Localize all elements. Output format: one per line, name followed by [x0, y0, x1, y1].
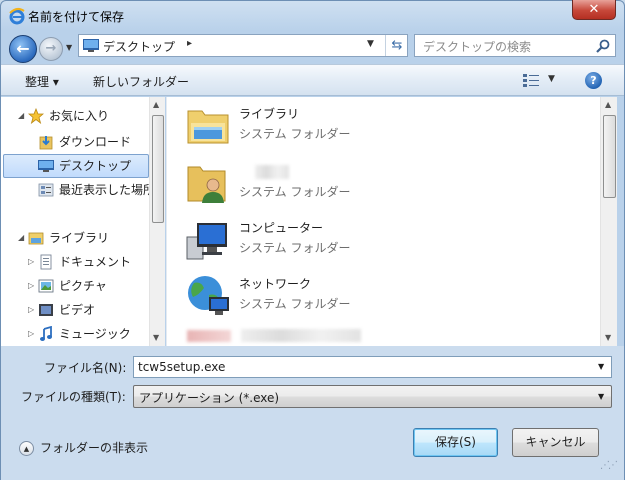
- file-list: ライブラリ システム フォルダー システム フォルダー コンピューター システム…: [166, 97, 600, 346]
- sidebar-item-label: ライブラリ: [49, 231, 110, 245]
- ie-icon: [9, 7, 25, 25]
- address-dropdown-icon[interactable]: ▼: [367, 39, 374, 49]
- search-box[interactable]: デスクトップの検索: [414, 34, 616, 57]
- organize-button[interactable]: 整理 ▾: [25, 73, 59, 90]
- desktop-icon: [83, 39, 99, 52]
- refresh-button[interactable]: ⇆: [385, 35, 408, 56]
- redacted-item: [187, 330, 231, 342]
- expand-arrow-icon[interactable]: ▷: [28, 275, 34, 297]
- scroll-up-icon[interactable]: ▲: [153, 100, 159, 109]
- sidebar-item-documents[interactable]: ▷ ドキュメント: [1, 251, 149, 273]
- history-dropdown-icon[interactable]: ▼: [66, 43, 72, 52]
- redacted-name: [255, 165, 289, 179]
- expand-arrow-icon[interactable]: ▷: [28, 299, 34, 321]
- toolbar: 整理 ▾ 新しいフォルダー ▼ ?: [1, 64, 624, 96]
- file-type: システム フォルダー: [239, 185, 351, 199]
- close-button[interactable]: ✕: [572, 0, 616, 20]
- filename-input[interactable]: tcw5setup.exe ▼: [133, 356, 612, 378]
- expand-arrow-icon[interactable]: ▷: [28, 323, 34, 345]
- sidebar-item-music[interactable]: ▷ ミュージック: [1, 323, 149, 345]
- pictures-icon: [38, 279, 54, 293]
- collapse-up-icon[interactable]: ▲: [19, 441, 34, 456]
- user-folder-icon: [187, 166, 226, 203]
- sidebar-item-favorites[interactable]: ◢ お気に入り: [1, 105, 149, 127]
- recent-places-icon: [38, 183, 54, 197]
- change-view-icon[interactable]: [522, 72, 540, 88]
- file-name: ライブラリ: [239, 107, 300, 121]
- sidebar-item-desktop[interactable]: デスクトップ: [1, 155, 149, 177]
- sidebar-scrollbar[interactable]: ▲ ▼: [149, 97, 165, 346]
- list-item[interactable]: コンピューター システム フォルダー: [185, 215, 585, 265]
- desktop-icon: [38, 160, 54, 172]
- star-icon: [28, 108, 44, 124]
- scrollbar-thumb[interactable]: [603, 115, 616, 198]
- breadcrumb-arrow-icon[interactable]: ▸: [187, 38, 192, 49]
- download-folder-icon: [39, 136, 53, 150]
- documents-icon: [40, 254, 52, 270]
- filetype-select[interactable]: アプリケーション (*.exe) ▼: [133, 385, 612, 408]
- library-icon: [28, 232, 44, 245]
- sidebar-item-recent-places[interactable]: 最近表示した場所: [1, 179, 149, 201]
- collapse-arrow-icon[interactable]: ◢: [18, 227, 24, 249]
- sidebar-item-label: ダウンロード: [59, 135, 132, 149]
- sidebar-item-label: お気に入り: [49, 109, 110, 123]
- sidebar-item-downloads[interactable]: ダウンロード: [1, 131, 149, 153]
- address-bar[interactable]: デスクトップ ▸ ▼ ⇆: [78, 34, 408, 57]
- view-dropdown-icon[interactable]: ▼: [548, 74, 555, 84]
- file-name: コンピューター: [239, 221, 324, 235]
- sidebar-item-libraries[interactable]: ◢ ライブラリ: [1, 227, 149, 249]
- search-input[interactable]: デスクトップの検索: [423, 38, 531, 55]
- file-type: システム フォルダー: [239, 241, 351, 255]
- scroll-up-icon[interactable]: ▲: [605, 100, 611, 109]
- list-item[interactable]: ライブラリ システム フォルダー: [185, 101, 585, 151]
- list-item[interactable]: ネットワーク システム フォルダー: [185, 271, 585, 321]
- title-bar: 名前を付けて保存 ✕: [0, 0, 625, 30]
- collapse-arrow-icon[interactable]: ◢: [18, 105, 24, 127]
- scroll-down-icon[interactable]: ▼: [153, 333, 159, 342]
- network-icon: [188, 276, 229, 315]
- expand-arrow-icon[interactable]: ▷: [28, 251, 34, 273]
- redacted-item: [241, 329, 361, 342]
- navigation-pane: ◢ お気に入り ダウンロード デスクトップ 最近表示した場所 ◢ ライブラリ ▷…: [1, 97, 165, 346]
- sidebar-item-pictures[interactable]: ▷ ピクチャ: [1, 275, 149, 297]
- new-folder-button[interactable]: 新しいフォルダー: [93, 73, 189, 90]
- computer-icon: [186, 223, 227, 260]
- sidebar-item-label: ビデオ: [59, 303, 96, 317]
- address-text[interactable]: デスクトップ: [103, 38, 175, 55]
- back-button[interactable]: ←: [9, 35, 37, 63]
- filetype-label: ファイルの種類(T):: [21, 390, 126, 404]
- filetype-dropdown-icon[interactable]: ▼: [598, 392, 604, 401]
- music-icon: [40, 326, 52, 341]
- filename-label: ファイル名(N):: [44, 361, 127, 375]
- sidebar-item-label: ピクチャ: [59, 279, 107, 293]
- file-type: システム フォルダー: [239, 127, 351, 141]
- file-name: ネットワーク: [239, 277, 312, 291]
- help-button[interactable]: ?: [585, 72, 602, 89]
- cancel-button[interactable]: キャンセル: [512, 428, 599, 457]
- videos-icon: [39, 304, 53, 316]
- filename-dropdown-icon[interactable]: ▼: [598, 362, 604, 371]
- filetype-value[interactable]: アプリケーション (*.exe): [139, 389, 279, 406]
- scroll-down-icon[interactable]: ▼: [605, 333, 611, 342]
- sidebar-item-label: ミュージック: [59, 327, 131, 341]
- sidebar-item-label: デスクトップ: [59, 159, 132, 173]
- file-list-scrollbar[interactable]: ▲ ▼: [600, 97, 617, 346]
- hide-folders-button[interactable]: フォルダーの非表示: [40, 439, 148, 456]
- save-button[interactable]: 保存(S): [413, 428, 498, 457]
- list-item[interactable]: システム フォルダー: [185, 159, 585, 209]
- scrollbar-thumb[interactable]: [152, 115, 164, 223]
- sidebar-item-label: 最近表示した場所: [59, 183, 149, 197]
- window-title: 名前を付けて保存: [28, 10, 125, 24]
- filename-value[interactable]: tcw5setup.exe: [138, 360, 225, 374]
- resize-grip-icon[interactable]: ⋰⋰: [600, 460, 618, 471]
- forward-button[interactable]: →: [39, 37, 63, 61]
- sidebar-item-label: ドキュメント: [59, 255, 132, 269]
- library-folder-icon: [187, 110, 229, 144]
- search-icon[interactable]: [595, 38, 611, 54]
- file-type: システム フォルダー: [239, 297, 351, 311]
- sidebar-item-videos[interactable]: ▷ ビデオ: [1, 299, 149, 321]
